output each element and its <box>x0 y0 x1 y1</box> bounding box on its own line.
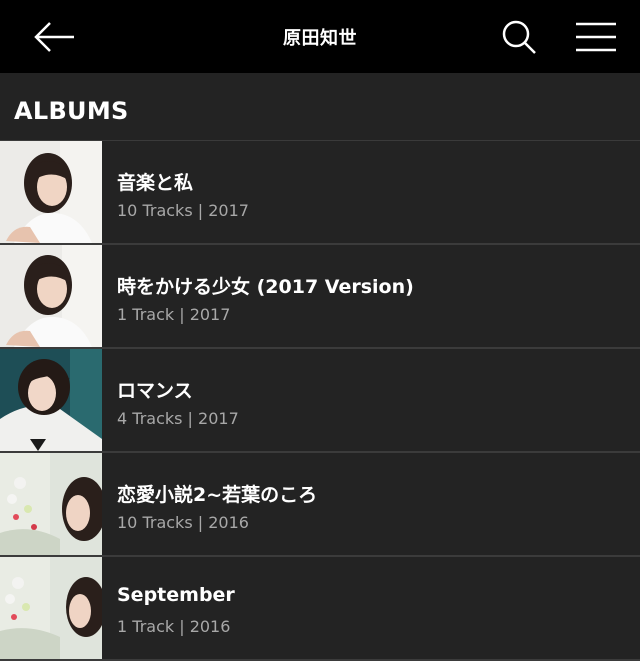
album-row[interactable]: ロマンス 4 Tracks | 2017 <box>0 349 640 453</box>
page-title: 原田知世 <box>283 28 357 49</box>
album-cover-image <box>0 141 102 243</box>
album-meta: 10 Tracks | 2016 <box>117 513 249 532</box>
album-title: 恋愛小説2~若葉のころ <box>117 484 318 506</box>
search-icon <box>502 20 536 54</box>
album-cover-image <box>0 349 102 451</box>
search-button[interactable] <box>498 17 540 57</box>
album-cover-image <box>0 245 102 347</box>
album-row[interactable]: 時をかける少女 (2017 Version) 1 Track | 2017 <box>0 245 640 349</box>
album-meta: 10 Tracks | 2017 <box>117 201 249 220</box>
album-meta: 1 Track | 2017 <box>117 305 231 324</box>
albums-section-header: ALBUMS <box>0 73 640 141</box>
album-cover-image <box>0 453 102 555</box>
album-title: 音楽と私 <box>117 172 194 194</box>
section-title: ALBUMS <box>14 97 129 125</box>
menu-button[interactable] <box>572 18 618 56</box>
album-meta: 4 Tracks | 2017 <box>117 409 239 428</box>
album-row[interactable]: 恋愛小説2~若葉のころ 10 Tracks | 2016 <box>0 453 640 557</box>
album-meta: 1 Track | 2016 <box>117 617 231 636</box>
hamburger-menu-icon <box>576 22 616 52</box>
top-navigation-bar: 原田知世 <box>0 0 640 73</box>
album-list: 音楽と私 10 Tracks | 2017 時をかける少女 (2017 Vers… <box>0 141 640 661</box>
album-title: ロマンス <box>117 380 193 402</box>
album-row[interactable]: September 1 Track | 2016 <box>0 557 640 661</box>
album-title: 時をかける少女 (2017 Version) <box>117 276 414 298</box>
album-row[interactable]: 音楽と私 10 Tracks | 2017 <box>0 141 640 245</box>
album-title: September <box>117 584 235 606</box>
album-cover-image <box>0 557 102 659</box>
